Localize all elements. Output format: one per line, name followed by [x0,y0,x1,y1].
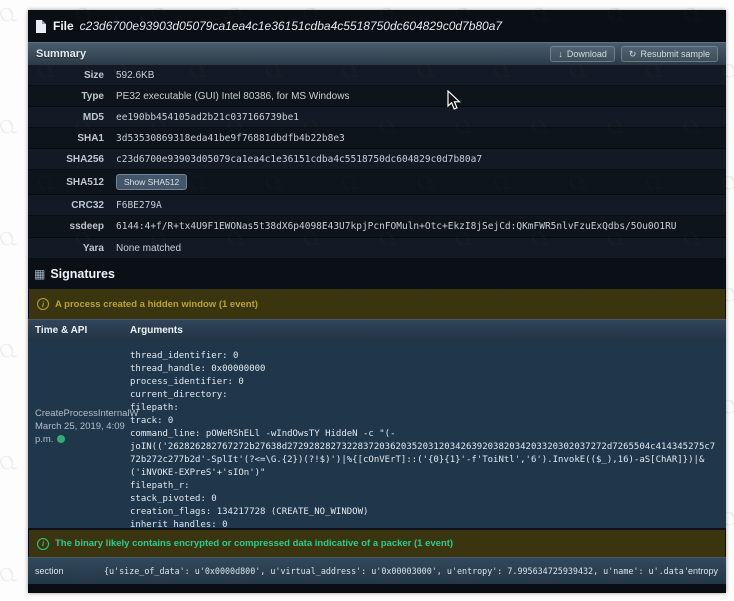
row-value: PE32 executable (GUI) Intel 80386, for M… [116,91,349,102]
section-entropy-row: section {u'size_of_data': u'0x0000d800',… [28,557,726,584]
summary-header: Summary ↓ Download ↻ Resubmit sample [28,42,726,65]
summary-row-md5: MD5ee190bb454105ad2b21c037166739be1 [28,107,726,128]
signature-banner-hidden-window-text: A process created a hidden window (1 eve… [55,299,258,310]
row-value: c23d6700e93903d05079ca1ea4c1e36151cdba4c… [116,154,482,165]
row-label: CRC32 [28,200,116,211]
watermark-glyph: Q [0,338,19,365]
download-icon: ↓ [558,50,563,59]
row-label: SHA1 [28,133,116,144]
argument-line: process_identifier: 0 [130,376,720,389]
mouse-cursor [447,90,461,111]
file-label: File [53,19,74,33]
row-label: SHA256 [28,154,116,165]
row-label: ssdeep [28,221,116,232]
argument-line: thread_identifier: 0 [130,350,720,363]
page: File c23d6700e93903d05079ca1ea4c1e36151c… [0,0,734,601]
info-icon: i [37,538,49,550]
summary-table: Size592.6KBTypePE32 executable (GUI) Int… [28,65,726,259]
summary-actions: ↓ Download ↻ Resubmit sample [550,46,718,62]
row-value: F6BE279A [116,200,162,211]
row-label: Yara [28,243,116,254]
entropy-label: entropy [688,566,726,576]
analysis-report-panel: File c23d6700e93903d05079ca1ea4c1e36151c… [28,10,726,593]
timestamp-text: March 25, 2019, 4:09 p.m. [35,421,125,445]
watermark-glyph: Q [0,450,19,477]
footer-strip [28,584,726,593]
signature-table-body: CreateProcessInternalW March 25, 2019, 4… [28,341,726,528]
info-icon: i [37,298,49,310]
section-data: {u'size_of_data': u'0x0000d800', u'virtu… [104,566,688,576]
row-value: 3d53530869318eda41be9f76881dbdfb4b22b8e3 [116,133,345,144]
argument-line: creation_flags: 134217728 (CREATE_NO_WIN… [130,506,720,519]
summary-row-sha512: SHA512Show SHA512 [28,170,726,195]
row-value: 6144:4+f/R+tx4U9F1EWONas5t38dX6p4098E43U… [116,221,677,232]
signatures-title: Signatures [50,267,115,281]
signatures-header: ▦ Signatures [28,259,726,289]
summary-row-sha1: SHA13d53530869318eda41be9f76881dbdfb4b22… [28,128,726,149]
summary-row-sha256: SHA256c23d6700e93903d05079ca1ea4c1e36151… [28,149,726,170]
signature-table-header: Time & API Arguments [28,319,726,341]
argument-line: track: 0 [130,415,720,428]
argument-line: command_line: pOWeRShELl -wIndOwsTY Hidd… [130,428,720,480]
download-button[interactable]: ↓ Download [550,46,615,62]
signature-detail-table: Time & API Arguments CreateProcessIntern… [28,319,726,528]
refresh-icon: ↻ [629,50,637,59]
summary-row-size: Size592.6KB [28,65,726,86]
grid-icon: ▦ [34,267,45,281]
row-label: MD5 [28,112,116,123]
watermark-glyph: Q [0,226,19,253]
column-arguments: Arguments [130,325,183,336]
summary-row-yara: YaraNone matched [28,238,726,259]
signature-banner-packer[interactable]: i The binary likely contains encrypted o… [29,530,725,557]
row-label: Size [28,70,116,81]
file-title-bar: File c23d6700e93903d05079ca1ea4c1e36151c… [28,10,726,42]
summary-row-crc32: CRC32F6BE279A [28,195,726,216]
summary-row-type: TypePE32 executable (GUI) Intel 80386, f… [28,86,726,107]
status-dot-icon [57,435,65,443]
resubmit-label: Resubmit sample [640,49,710,59]
resubmit-sample-button[interactable]: ↻ Resubmit sample [621,46,718,62]
row-value: ee190bb454105ad2b21c037166739be1 [116,112,299,123]
download-label: Download [567,49,607,59]
argument-line: thread_handle: 0x00000000 [130,363,720,376]
argument-line: current_directory: [130,389,720,402]
column-time-api: Time & API [28,325,130,336]
summary-row-ssdeep: ssdeep6144:4+f/R+tx4U9F1EWONas5t38dX6p40… [28,216,726,238]
section-label: section [28,566,104,576]
argument-line: stack_pivoted: 0 [130,493,720,506]
row-label: SHA512 [28,177,116,188]
signature-banner-packer-text: The binary likely contains encrypted or … [55,538,453,549]
watermark-glyph: Q [0,562,19,589]
signature-banner-hidden-window[interactable]: i A process created a hidden window (1 e… [29,289,725,319]
watermark-glyph: Q [0,114,19,141]
row-value: None matched [116,243,181,254]
argument-line: filepath_r: [130,480,720,493]
file-icon [36,20,46,33]
file-hash: c23d6700e93903d05079ca1ea4c1e36151cdba4c… [80,19,502,33]
row-label: Type [28,91,116,102]
show-sha512-button[interactable]: Show SHA512 [116,174,187,190]
arguments-cell: thread_identifier: 0thread_handle: 0x000… [130,341,720,528]
summary-title: Summary [36,48,550,60]
row-value: 592.6KB [116,70,154,81]
api-timestamp: March 25, 2019, 4:09 p.m. [35,420,133,446]
api-cell: CreateProcessInternalW March 25, 2019, 4… [28,341,133,446]
api-name: CreateProcessInternalW [35,407,133,420]
watermark-glyph: Q [0,2,19,29]
argument-line: inherit_handles: 0 [130,519,720,528]
argument-line: filepath: [130,402,720,415]
